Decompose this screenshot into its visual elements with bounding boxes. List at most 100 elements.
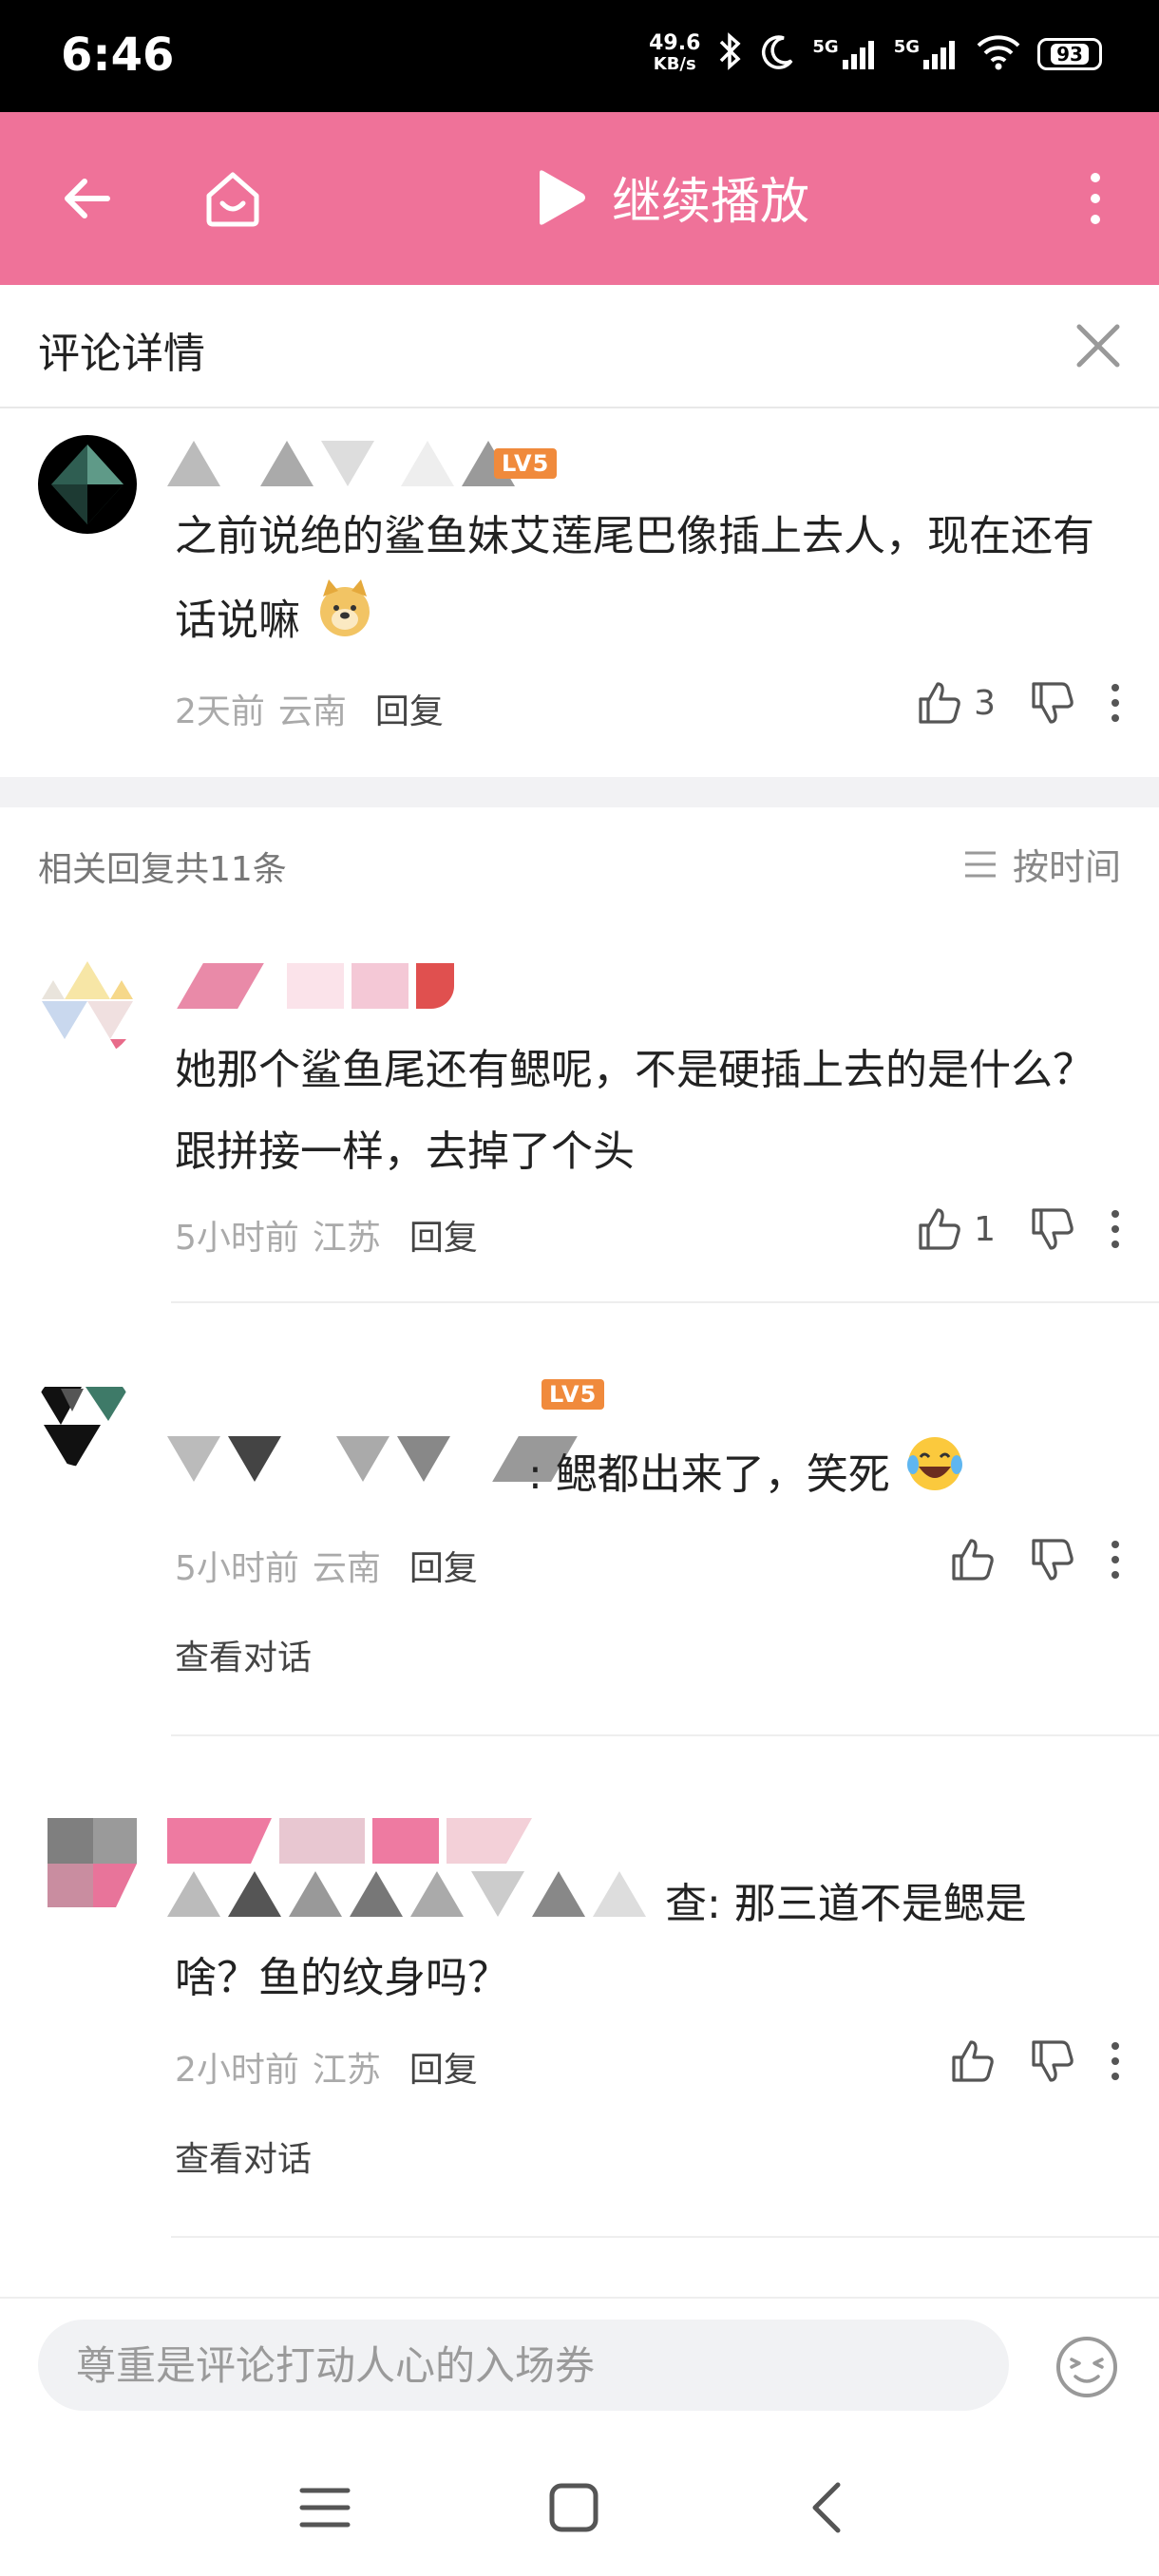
more-vertical-icon <box>1112 1541 1119 1579</box>
comment-meta: 2天前 云南 回复 <box>175 684 444 733</box>
sort-by-time-button[interactable]: 按时间 <box>961 838 1121 890</box>
comment-more-button[interactable] <box>1110 682 1121 724</box>
blur-shape <box>471 1871 524 1917</box>
arrow-left-icon <box>65 179 110 218</box>
doge-emoji-icon <box>314 578 376 668</box>
view-dialog-link[interactable]: 查看对话 <box>175 1630 312 1679</box>
reply-text: : 鳃都出来了，笑死 <box>528 1432 1117 1522</box>
reply-time: 5小时前 <box>175 1549 299 1588</box>
reply-more-button[interactable] <box>1110 1208 1121 1250</box>
avatar-image <box>51 445 124 524</box>
battery-icon: 93 <box>1037 38 1102 70</box>
signal-icon-2: 5G <box>894 37 960 71</box>
mention-blurred <box>167 1432 578 1486</box>
close-icon <box>1076 324 1120 368</box>
avatar[interactable] <box>44 1814 142 1913</box>
username-blurred[interactable]: LV5 <box>167 437 558 490</box>
like-button[interactable] <box>950 1537 996 1582</box>
level-badge: LV5 <box>494 448 558 479</box>
reply-meta: 5小时前 云南 回复 <box>175 1541 478 1590</box>
blur-shape <box>372 1818 439 1864</box>
reply-button[interactable]: 回复 <box>375 684 444 733</box>
thumbs-up-icon <box>919 682 960 724</box>
thumbs-down-icon <box>1032 682 1074 724</box>
sort-label: 按时间 <box>1012 846 1121 888</box>
blur-shape <box>167 1818 272 1864</box>
reply-text: 她那个鲨鱼尾还有鳃呢，不是硬插上去的是什么？跟拼接一样，去掉了个头 <box>175 1046 1094 1176</box>
app-bar: 继续播放 <box>0 112 1159 285</box>
blur-shape <box>593 1871 646 1917</box>
reply-button[interactable]: 回复 <box>409 2042 478 2092</box>
continue-play-button[interactable]: 继续播放 <box>532 161 809 233</box>
home-icon <box>206 172 259 227</box>
reply-more-button[interactable] <box>1110 2040 1121 2082</box>
reply-divider <box>171 1301 1159 1303</box>
like-button[interactable]: 1 <box>917 1206 996 1252</box>
like-button[interactable]: 3 <box>917 680 996 726</box>
avatar[interactable] <box>38 959 137 1058</box>
reply-actions: 1 <box>917 1206 1121 1252</box>
battery-level: 93 <box>1051 44 1089 65</box>
wifi-icon <box>975 32 1022 76</box>
dislike-button[interactable] <box>1030 680 1075 726</box>
comment-input[interactable] <box>38 2320 1009 2411</box>
thumbs-up-icon <box>952 2040 994 2082</box>
reply-meta: 5小时前 江苏 回复 <box>175 1210 478 1260</box>
reply-divider <box>171 2236 1159 2238</box>
continue-play-label: 继续播放 <box>612 174 810 231</box>
play-icon <box>540 169 585 225</box>
reply-location: 云南 <box>312 1549 381 1588</box>
back-button[interactable] <box>44 156 129 241</box>
more-vertical-icon <box>1112 1210 1119 1248</box>
emoji-button[interactable] <box>1053 2333 1121 2401</box>
system-nav-bar <box>0 2432 1159 2576</box>
recents-button[interactable] <box>287 2470 363 2546</box>
dislike-button[interactable] <box>1030 1206 1075 1252</box>
like-button[interactable] <box>950 2038 996 2084</box>
thumbs-down-icon <box>1032 2040 1074 2082</box>
username-blurred[interactable] <box>167 1814 532 1867</box>
laugh-cry-emoji-icon <box>903 1432 966 1522</box>
blur-shape <box>289 1871 342 1917</box>
reply-button[interactable]: 回复 <box>409 1210 478 1260</box>
reply-location: 江苏 <box>312 2051 381 2090</box>
more-vertical-icon <box>1112 684 1119 722</box>
list-icon <box>964 851 996 877</box>
blur-shape <box>321 441 374 486</box>
blur-shape <box>350 1871 403 1917</box>
reply-text-content: : 鳃都出来了，笑死 <box>528 1450 890 1499</box>
section-divider <box>0 777 1159 807</box>
reply-location: 江苏 <box>312 1219 381 1258</box>
close-button[interactable] <box>1064 312 1132 380</box>
blur-shape <box>167 1871 220 1917</box>
blur-shape <box>446 1818 532 1864</box>
username-blurred[interactable] <box>177 959 454 1013</box>
blur-shape <box>167 1436 220 1482</box>
home-nav-button[interactable] <box>536 2470 612 2546</box>
dislike-button[interactable] <box>1030 2038 1075 2084</box>
avatar[interactable] <box>34 1368 133 1467</box>
blur-shape <box>167 441 220 486</box>
view-dialog-link[interactable]: 查看对话 <box>175 2131 312 2181</box>
related-replies-header: 相关回复共11条 按时间 <box>0 807 1159 917</box>
comment-input-bar <box>0 2297 1159 2434</box>
status-time: 6:46 <box>61 28 175 82</box>
thumbs-down-icon <box>1032 1539 1074 1581</box>
username-blurred[interactable]: LV5 <box>542 1368 605 1421</box>
dislike-button[interactable] <box>1030 1537 1075 1582</box>
like-count: 1 <box>974 1209 996 1249</box>
reply-button[interactable]: 回复 <box>409 1541 478 1590</box>
thumbs-up-icon <box>919 1208 960 1250</box>
signal-icon-1: 5G <box>812 37 878 71</box>
reply-actions <box>950 1537 1121 1582</box>
blur-shape <box>352 963 408 1009</box>
like-count: 3 <box>974 683 996 723</box>
comment-detail-title: 评论详情 <box>38 330 205 378</box>
blur-shape <box>532 1871 585 1917</box>
more-menu-button[interactable] <box>1053 156 1138 241</box>
status-icons: 49.6 KB/s 5G 5G 93 <box>649 32 1102 76</box>
avatar[interactable] <box>38 435 137 534</box>
home-button[interactable] <box>190 156 276 241</box>
back-nav-button[interactable] <box>788 2470 864 2546</box>
reply-more-button[interactable] <box>1110 1539 1121 1581</box>
